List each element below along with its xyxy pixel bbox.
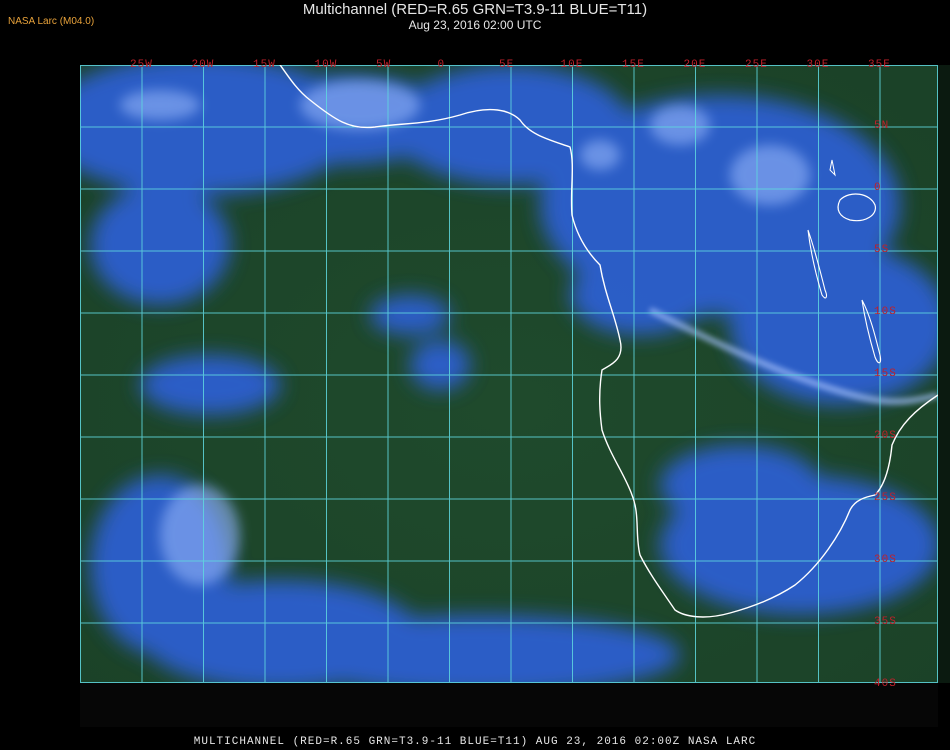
latitude-label: 5S	[874, 244, 890, 256]
latitude-label: 15S	[874, 368, 897, 380]
longitude-label: 10E	[560, 59, 584, 71]
latitude-label: 5N	[874, 120, 890, 132]
longitude-label: 20E	[683, 59, 707, 71]
latitude-label: 10S	[874, 306, 897, 318]
footer-caption: MULTICHANNEL (RED=R.65 GRN=T3.9-11 BLUE=…	[193, 736, 757, 748]
longitude-label: 20W	[191, 59, 215, 71]
longitude-label: 25W	[130, 59, 153, 71]
latitude-label: 0	[874, 182, 882, 194]
longitude-label: 30E	[806, 59, 830, 71]
longitude-label: 5W	[376, 59, 392, 71]
longitude-label: 25E	[745, 59, 768, 71]
longitude-label: 35E	[868, 59, 891, 71]
longitude-label: 15W	[253, 59, 276, 71]
longitude-label: 15E	[622, 59, 645, 71]
latitude-label: 40S	[874, 678, 897, 690]
latitude-label: 35S	[874, 616, 897, 628]
latitude-label: 25S	[874, 492, 897, 504]
right-edge-strip	[938, 65, 950, 683]
latitude-label: 30S	[874, 554, 897, 566]
longitude-label: 5E	[499, 59, 515, 71]
image-title: Multichannel (RED=R.65 GRN=T3.9-11 BLUE=…	[302, 1, 648, 18]
longitude-label: 0	[437, 59, 446, 71]
image-timestamp: Aug 23, 2016 02:00 UTC	[408, 18, 542, 32]
longitude-label: 10W	[314, 59, 338, 71]
empty-footer-band	[80, 683, 938, 727]
latitude-label: 20S	[874, 430, 897, 442]
satellite-image	[80, 65, 938, 683]
satellite-map-svg	[80, 65, 938, 683]
